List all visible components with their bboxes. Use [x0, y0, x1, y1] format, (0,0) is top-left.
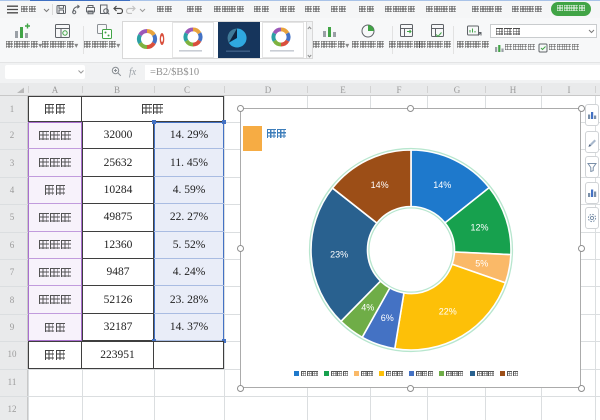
- svg-text:4%: 4%: [361, 302, 374, 312]
- svg-text:6%: 6%: [381, 313, 394, 323]
- svg-text:14%: 14%: [433, 180, 451, 190]
- svg-text:22%: 22%: [439, 307, 457, 317]
- svg-text:14%: 14%: [371, 180, 389, 190]
- svg-text:23%: 23%: [330, 249, 348, 259]
- svg-text:12%: 12%: [470, 223, 488, 233]
- svg-text:5%: 5%: [475, 258, 488, 268]
